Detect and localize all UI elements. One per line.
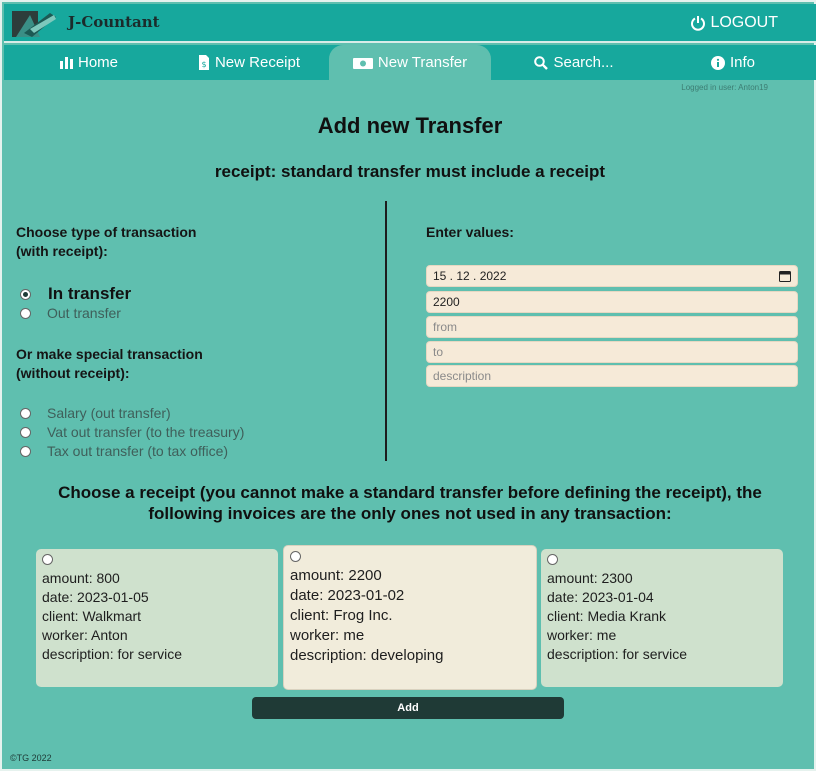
- choose-receipt-heading: Choose a receipt (you cannot make a stan…: [2, 482, 816, 524]
- bar-chart-icon: [59, 57, 73, 69]
- tab-new-receipt-label: New Receipt: [214, 54, 301, 71]
- logout-button[interactable]: LOGOUT: [690, 14, 778, 32]
- receipt-client: client: Media Krank: [547, 608, 667, 624]
- radio-out-transfer-label: Out transfer: [47, 305, 121, 321]
- radio-in-transfer-label: In transfer: [48, 284, 132, 303]
- tab-search[interactable]: Search...: [524, 45, 624, 80]
- from-field[interactable]: from: [426, 316, 798, 338]
- receipt-date: date: 2023-01-04: [547, 589, 654, 605]
- receipt-worker: worker: Anton: [42, 627, 128, 643]
- tab-info[interactable]: Info: [698, 45, 768, 80]
- receipt-amount: amount: 2200: [290, 567, 382, 584]
- receipt-worker: worker: me: [290, 627, 365, 644]
- radio-out-transfer-button[interactable]: [20, 307, 31, 319]
- tab-home[interactable]: Home: [44, 45, 134, 80]
- app-title: J-Countant: [68, 13, 160, 31]
- receipt-date: date: 2023-01-05: [42, 589, 149, 605]
- special-transaction-heading: Or make special transaction (without rec…: [16, 345, 203, 383]
- receipt-card-radio[interactable]: [42, 554, 53, 565]
- tab-home-label: Home: [77, 54, 118, 71]
- radio-in-transfer[interactable]: In transfer: [20, 284, 131, 304]
- description-field-placeholder: description: [433, 369, 492, 383]
- tab-search-label: Search...: [553, 54, 614, 71]
- column-divider: [385, 201, 387, 461]
- to-field[interactable]: to: [426, 341, 798, 363]
- transaction-type-heading: Choose type of transaction (with receipt…: [16, 223, 196, 261]
- amount-field-value: 2200: [433, 295, 460, 309]
- receipt-card-radio[interactable]: [547, 554, 558, 565]
- tab-info-label: Info: [729, 54, 756, 71]
- receipt-card[interactable]: amount: 800 date: 2023-01-05 client: Wal…: [36, 549, 278, 687]
- tab-new-transfer-label: New Transfer: [377, 54, 468, 71]
- logo-icon: [12, 11, 56, 37]
- money-icon: [352, 57, 373, 69]
- receipt-date: date: 2023-01-02: [290, 587, 405, 604]
- add-button[interactable]: Add: [252, 697, 564, 719]
- receipt-card-radio[interactable]: [290, 551, 301, 562]
- radio-in-transfer-button[interactable]: [20, 288, 31, 300]
- transaction-type-heading-line1: Choose type of transaction: [16, 224, 197, 240]
- page-subtitle: receipt: standard transfer must include …: [214, 162, 606, 181]
- special-heading-line1: Or make special transaction: [16, 346, 203, 362]
- receipt-card[interactable]: amount: 2300 date: 2023-01-04 client: Me…: [541, 549, 783, 687]
- transaction-type-heading-line2: (with receipt):: [16, 243, 108, 259]
- radio-out-transfer[interactable]: Out transfer: [20, 305, 121, 321]
- radio-vat-out[interactable]: Vat out transfer (to the treasury): [20, 424, 244, 440]
- logout-label: LOGOUT: [710, 14, 778, 31]
- receipt-description: description: for service: [547, 646, 688, 662]
- enter-values-heading: Enter values:: [426, 224, 514, 240]
- receipt-amount: amount: 800: [42, 570, 120, 586]
- calendar-icon[interactable]: [779, 270, 791, 282]
- radio-salary[interactable]: Salary (out transfer): [20, 405, 171, 421]
- receipt-worker: worker: me: [547, 627, 617, 643]
- description-field[interactable]: description: [426, 365, 798, 387]
- tab-new-receipt[interactable]: $ New Receipt: [184, 45, 314, 80]
- radio-vat-out-label: Vat out transfer (to the treasury): [47, 424, 245, 440]
- receipt-description: description: for service: [42, 646, 183, 662]
- tab-new-transfer[interactable]: New Transfer: [329, 45, 491, 80]
- to-field-placeholder: to: [433, 345, 444, 359]
- search-icon: [534, 55, 549, 70]
- info-icon: [710, 55, 725, 70]
- radio-tax-out[interactable]: Tax out transfer (to tax office): [20, 443, 228, 459]
- footer-copyright: ©TG 2022: [10, 753, 52, 763]
- radio-tax-out-button[interactable]: [20, 445, 31, 457]
- radio-tax-out-label: Tax out transfer (to tax office): [47, 443, 229, 459]
- receipt-icon: $: [198, 55, 209, 70]
- power-icon: [691, 16, 706, 31]
- logged-in-user: Logged in user: Anton19: [681, 83, 768, 92]
- choose-receipt-line1: Choose a receipt (you cannot make a stan…: [58, 483, 762, 502]
- receipt-client: client: Frog Inc.: [290, 607, 393, 624]
- app-frame: J-Countant LOGOUT Home $ New Receipt New…: [0, 0, 816, 771]
- from-field-placeholder: from: [433, 320, 457, 334]
- date-field-value: 15 . 12 . 2022: [433, 269, 507, 283]
- receipt-description: description: developing: [290, 647, 444, 664]
- svg-text:$: $: [201, 60, 206, 69]
- choose-receipt-line2: following invoices are the only ones not…: [148, 504, 672, 523]
- radio-salary-button[interactable]: [20, 407, 31, 419]
- radio-vat-out-button[interactable]: [20, 426, 31, 438]
- header-bar: J-Countant LOGOUT: [4, 4, 816, 43]
- date-field[interactable]: 15 . 12 . 2022: [426, 265, 798, 287]
- receipt-client: client: Walkmart: [42, 608, 142, 624]
- receipt-card[interactable]: amount: 2200 date: 2023-01-02 client: Fr…: [283, 545, 537, 690]
- page-title: Add new Transfer: [317, 113, 503, 138]
- special-heading-line2: (without receipt):: [16, 365, 130, 381]
- nav-bar: Home $ New Receipt New Transfer Search..…: [4, 45, 816, 80]
- radio-salary-label: Salary (out transfer): [47, 405, 171, 421]
- amount-field[interactable]: 2200: [426, 291, 798, 313]
- receipt-amount: amount: 2300: [547, 570, 633, 586]
